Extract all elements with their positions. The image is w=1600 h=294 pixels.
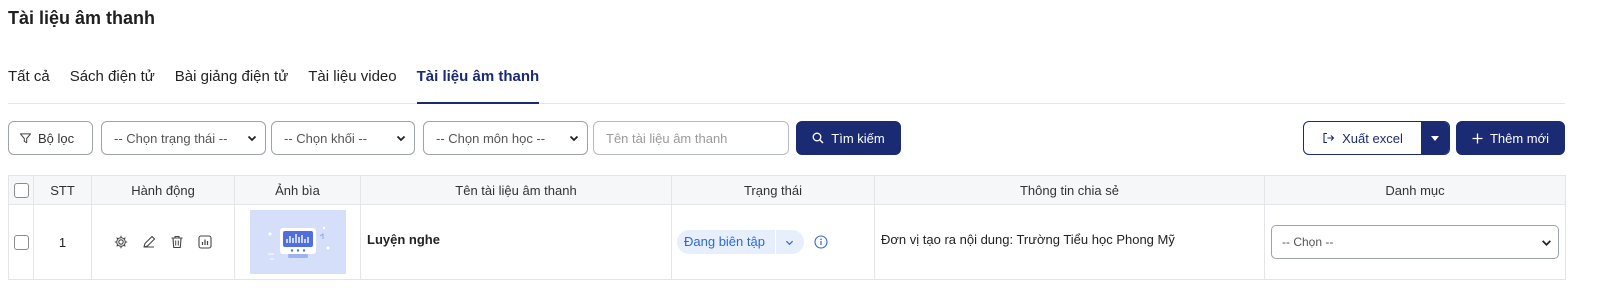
row-title[interactable]: Luyện nghe: [360, 204, 672, 280]
export-excel-label: Xuất excel: [1342, 130, 1403, 146]
tab-all[interactable]: Tất cả: [8, 66, 50, 104]
search-icon: [812, 132, 824, 144]
chevron-down-icon: [396, 133, 406, 143]
export-excel-group: Xuất excel: [1303, 121, 1450, 155]
category-select-value: -- Chọn --: [1282, 235, 1334, 249]
column-header-category: Danh mục: [1264, 175, 1566, 205]
table-header-row: STT Hành động Ảnh bìa Tên tài liệu âm th…: [8, 175, 1566, 205]
tab-ebooks[interactable]: Sách điện tử: [70, 66, 155, 104]
row-status: Đang biên tập: [671, 204, 875, 280]
column-header-cover: Ảnh bìa: [234, 175, 361, 205]
page-title: Tài liệu âm thanh: [8, 8, 156, 28]
column-header-stt: STT: [33, 175, 92, 205]
column-header-status: Trạng thái: [671, 175, 875, 205]
chart-icon[interactable]: [197, 234, 213, 250]
row-share-info: Đơn vị tạo ra nội dung: Trường Tiểu học …: [874, 204, 1265, 280]
subject-select[interactable]: -- Chọn môn học --: [423, 121, 588, 155]
filter-label: Bộ lọc: [38, 130, 75, 146]
add-new-label: Thêm mới: [1489, 130, 1550, 146]
search-input[interactable]: Tên tài liệu âm thanh: [593, 121, 789, 155]
add-new-button[interactable]: Thêm mới: [1456, 121, 1565, 155]
caret-down-icon: [1431, 135, 1439, 141]
row-select-cell: [8, 204, 34, 280]
select-all-checkbox[interactable]: [13, 183, 29, 199]
row-category: -- Chọn --: [1264, 204, 1566, 280]
toolbar: Bộ lọc -- Chọn trạng thái -- -- Chọn khố…: [8, 121, 1565, 155]
row-actions: [91, 204, 235, 280]
filter-button[interactable]: Bộ lọc: [8, 121, 93, 155]
search-button-label: Tìm kiếm: [831, 130, 885, 146]
subject-select-value: -- Chọn môn học --: [436, 130, 546, 146]
column-header-share-info: Thông tin chia sẻ: [874, 175, 1265, 205]
tab-bar: Tất cả Sách điện tử Bài giảng điện tử Tà…: [8, 66, 1565, 104]
column-header-title: Tên tài liệu âm thanh: [360, 175, 672, 205]
gear-icon[interactable]: [113, 234, 129, 250]
pencil-icon[interactable]: [141, 234, 157, 250]
export-excel-button[interactable]: Xuất excel: [1304, 122, 1421, 154]
select-all-cell: [8, 175, 34, 205]
status-select[interactable]: -- Chọn trạng thái --: [101, 121, 266, 155]
tab-audio-docs[interactable]: Tài liệu âm thanh: [416, 66, 539, 104]
grade-select[interactable]: -- Chọn khối --: [271, 121, 415, 155]
info-icon[interactable]: [814, 235, 828, 249]
row-stt: 1: [33, 204, 92, 280]
status-select-value: -- Chọn trạng thái --: [114, 130, 228, 146]
plus-icon: [1472, 133, 1483, 144]
table-row: 1 Luyện nghe Đang biên tập Đơn vị tạo ra…: [8, 204, 1566, 280]
column-header-actions: Hành động: [91, 175, 235, 205]
tab-e-lectures[interactable]: Bài giảng điện tử: [175, 66, 288, 104]
export-icon: [1322, 132, 1335, 144]
grade-select-value: -- Chọn khối --: [284, 130, 368, 146]
filter-icon: [19, 132, 32, 145]
row-checkbox[interactable]: [13, 235, 29, 251]
chevron-down-icon: [247, 133, 257, 143]
tab-video-docs[interactable]: Tài liệu video: [308, 66, 396, 104]
status-value: Đang biên tập: [677, 230, 776, 254]
trash-icon[interactable]: [169, 234, 185, 250]
chevron-down-icon: [776, 238, 804, 247]
export-options-toggle[interactable]: [1421, 122, 1449, 154]
documents-table: STT Hành động Ảnh bìa Tên tài liệu âm th…: [8, 175, 1566, 280]
category-select[interactable]: -- Chọn --: [1271, 225, 1559, 259]
search-button[interactable]: Tìm kiếm: [796, 121, 901, 155]
chevron-down-icon: [1541, 237, 1552, 248]
chevron-down-icon: [569, 133, 579, 143]
audio-cover-image: [249, 210, 346, 274]
row-cover: [234, 204, 361, 280]
status-dropdown[interactable]: Đang biên tập: [677, 230, 804, 254]
